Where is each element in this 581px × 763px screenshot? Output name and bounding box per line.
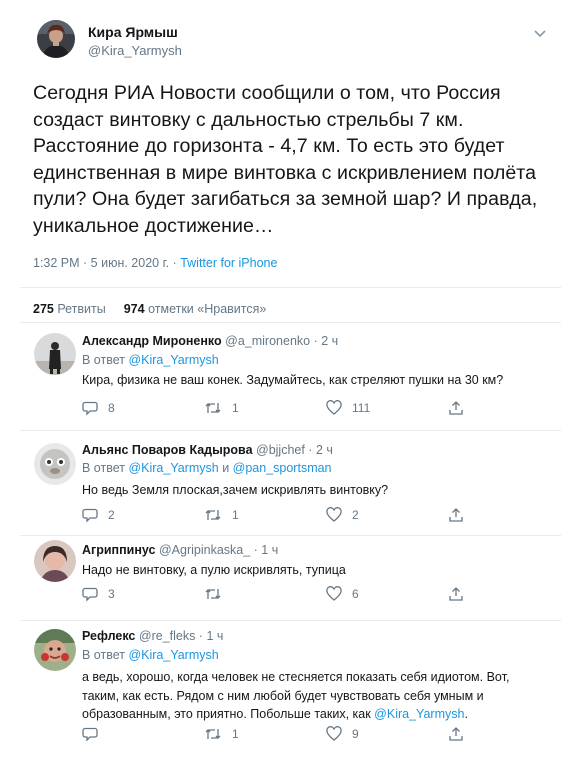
reply-avatar[interactable] (34, 333, 76, 375)
in-reply-prefix: В ответ (82, 648, 129, 662)
retweet-arrows-icon (205, 403, 221, 413)
reply-author-handle[interactable]: @Agripinkaska_ · 1 ч (159, 543, 278, 557)
meta-separator: · (169, 256, 181, 270)
share-upload-icon (449, 587, 463, 601)
retweet-count: 1 (232, 508, 239, 522)
retweet-arrows-icon (205, 589, 221, 599)
retweet-button[interactable]: 1 (204, 507, 239, 523)
speech-bubble-icon (82, 401, 98, 416)
reply-tweet[interactable]: Рефлекс @re_fleks · 1 ч В ответ @Kira_Ya… (0, 621, 581, 763)
tweet-timestamp[interactable]: 1:32 PM · 5 июн. 2020 г. (33, 256, 169, 270)
speech-bubble-icon (82, 587, 98, 602)
retweets-count[interactable]: 275 (33, 302, 54, 316)
retweet-button[interactable] (204, 586, 232, 602)
heart-icon (326, 400, 342, 415)
mention-link[interactable]: @Kira_Yarmysh (128, 461, 218, 475)
retweet-arrows-icon (205, 729, 221, 739)
tweet-source-link[interactable]: Twitter for iPhone (180, 256, 277, 270)
speech-bubble-icon (82, 727, 98, 742)
reply-header: Александр Мироненко @a_mironenko · 2 ч (82, 334, 338, 348)
like-count: 6 (352, 587, 359, 601)
share-button[interactable] (448, 507, 474, 523)
in-reply-prefix: В ответ (82, 461, 129, 475)
like-button[interactable]: 2 (326, 507, 359, 523)
reply-text: а ведь, хорошо, когда человек не стесняе… (82, 668, 532, 724)
author-name[interactable]: Кира Ярмыш (88, 24, 178, 40)
like-count: 2 (352, 508, 359, 522)
reply-tweet[interactable]: Александр Мироненко @a_mironenko · 2 ч В… (0, 323, 581, 430)
mention-link[interactable]: @pan_sportsman (233, 461, 332, 475)
action-bar: 3 6 (82, 586, 482, 602)
share-upload-icon (449, 401, 463, 415)
reply-count: 2 (108, 508, 115, 522)
speech-bubble-icon (82, 508, 98, 523)
likes-label[interactable]: отметки «Нравится» (148, 302, 266, 316)
action-bar: 8 1 111 (82, 400, 482, 416)
share-upload-icon (449, 727, 463, 741)
reply-button[interactable]: 2 (82, 507, 115, 523)
reply-author-name[interactable]: Альянс Поваров Кадырова (82, 443, 253, 457)
like-button[interactable]: 111 (326, 400, 370, 416)
share-button[interactable] (448, 586, 474, 602)
share-button[interactable] (448, 400, 474, 416)
tweet-meta: 1:32 PM · 5 июн. 2020 г. · Twitter for i… (33, 256, 277, 270)
reply-avatar[interactable] (34, 540, 76, 582)
retweets-label[interactable]: Ретвиты (57, 302, 105, 316)
main-tweet: Кира Ярмыш @Kira_Yarmysh Сегодня РИА Нов… (0, 0, 581, 298)
reply-text: Но ведь Земля плоская,зачем искривлять в… (82, 483, 389, 497)
reply-header: Рефлекс @re_fleks · 1 ч (82, 629, 223, 643)
reply-text-end: . (464, 707, 468, 721)
heart-icon (326, 586, 342, 601)
in-reply-prefix: В ответ (82, 353, 129, 367)
chevron-down-icon[interactable] (533, 26, 547, 38)
like-count: 111 (352, 401, 371, 415)
in-reply-to: В ответ @Kira_Yarmysh и @pan_sportsman (82, 461, 332, 475)
reply-tweet[interactable]: Агриппинус @Agripinkaska_ · 1 ч Надо не … (0, 536, 581, 620)
reply-avatar[interactable] (34, 443, 76, 485)
heart-icon (326, 507, 342, 522)
mention-link[interactable]: @Kira_Yarmysh (128, 353, 218, 367)
like-button[interactable]: 9 (326, 726, 359, 742)
reply-avatar[interactable] (34, 629, 76, 671)
retweet-count: 1 (232, 727, 239, 741)
action-bar: 1 9 (82, 726, 482, 742)
author-avatar[interactable] (37, 20, 75, 58)
like-count: 9 (352, 727, 359, 741)
reply-author-name[interactable]: Агриппинус (82, 543, 155, 557)
tweet-stats: 275 Ретвиты 974 отметки «Нравится» (33, 302, 266, 316)
reply-header: Альянс Поваров Кадырова @bjjchef · 2 ч (82, 443, 333, 457)
retweet-button[interactable]: 1 (204, 726, 239, 742)
share-upload-icon (449, 508, 463, 522)
in-reply-to: В ответ @Kira_Yarmysh (82, 648, 219, 662)
tweet-text: Сегодня РИА Новости сообщили о том, что … (33, 82, 538, 237)
retweet-arrows-icon (205, 510, 221, 520)
mention-link[interactable]: @Kira_Yarmysh (128, 648, 218, 662)
reply-tweet[interactable]: Альянс Поваров Кадырова @bjjchef · 2 ч В… (0, 431, 581, 535)
reply-author-name[interactable]: Рефлекс (82, 629, 135, 643)
share-button[interactable] (448, 726, 474, 742)
reply-button[interactable]: 3 (82, 586, 115, 602)
reply-text: Надо не винтовку, а пулю искривлять, туп… (82, 563, 346, 577)
reply-count: 8 (108, 401, 115, 415)
action-bar: 2 1 2 (82, 507, 482, 523)
reply-author-handle[interactable]: @bjjchef · 2 ч (256, 443, 333, 457)
heart-icon (326, 726, 342, 741)
retweet-count: 1 (232, 401, 239, 415)
reply-author-name[interactable]: Александр Мироненко (82, 334, 222, 348)
likes-count[interactable]: 974 (124, 302, 145, 316)
reply-button[interactable]: 8 (82, 400, 115, 416)
retweet-button[interactable]: 1 (204, 400, 239, 416)
mention-link[interactable]: @Kira_Yarmysh (374, 707, 464, 721)
divider (20, 287, 561, 288)
reply-count: 3 (108, 587, 115, 601)
reply-author-handle[interactable]: @re_fleks · 1 ч (139, 629, 224, 643)
in-reply-and: и (218, 461, 233, 475)
in-reply-to: В ответ @Kira_Yarmysh (82, 353, 219, 367)
like-button[interactable]: 6 (326, 586, 359, 602)
reply-text: Кира, физика не ваш конек. Задумайтесь, … (82, 373, 504, 387)
reply-header: Агриппинус @Agripinkaska_ · 1 ч (82, 543, 278, 557)
reply-author-handle[interactable]: @a_mironenko · 2 ч (225, 334, 338, 348)
reply-button[interactable] (82, 726, 108, 742)
author-handle[interactable]: @Kira_Yarmysh (88, 43, 182, 58)
